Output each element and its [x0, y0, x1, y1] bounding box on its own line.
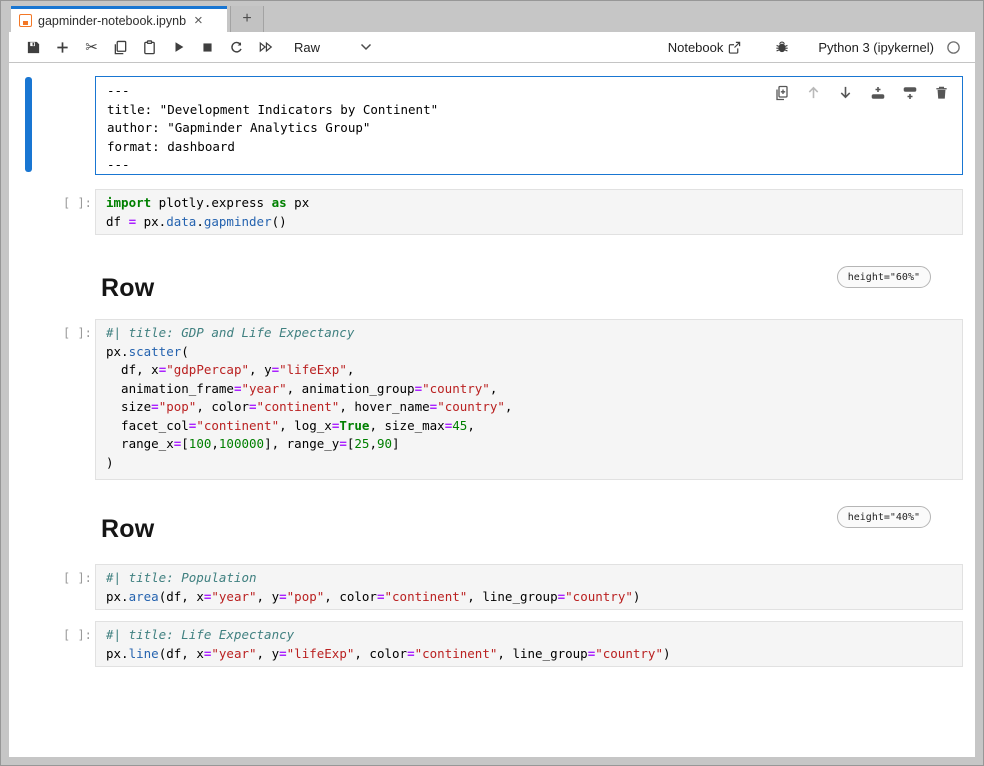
restart-kernel-button[interactable]	[222, 34, 251, 60]
plus-icon: +	[242, 10, 251, 28]
code-cell-area[interactable]: #| title: Populationpx.area(df, x="year"…	[95, 564, 963, 610]
code-cell-imports[interactable]: import plotly.express as pxdf = px.data.…	[95, 189, 963, 235]
debugger-button[interactable]	[767, 34, 796, 60]
cell-type-value: Raw	[294, 40, 320, 55]
cell-type-dropdown[interactable]: Raw	[290, 35, 376, 59]
tab-gapminder-notebook[interactable]: gapminder-notebook.ipynb ×	[11, 6, 227, 32]
scissors-icon: ✂	[85, 38, 98, 56]
tab-title: gapminder-notebook.ipynb	[38, 14, 186, 28]
clipboard-icon	[142, 40, 157, 55]
duplicate-cell-icon	[774, 85, 790, 101]
insert-below-icon	[902, 85, 918, 101]
arrow-up-icon	[806, 85, 821, 100]
arrow-down-icon	[838, 85, 853, 100]
cut-cells-button[interactable]: ✂	[77, 34, 106, 60]
raw-cell-yaml-frontmatter[interactable]: ---title: "Development Indicators by Con…	[95, 76, 963, 175]
plus-icon	[55, 40, 70, 55]
move-cell-down-button[interactable]	[837, 84, 854, 101]
external-link-icon	[728, 41, 741, 54]
code-cell-line[interactable]: #| title: Life Expectancypx.line(df, x="…	[95, 621, 963, 667]
row-heading-2: Row	[101, 515, 154, 544]
height-badge-60: height="60%"	[837, 266, 931, 288]
fast-forward-icon	[258, 40, 274, 54]
run-cell-button[interactable]	[164, 34, 193, 60]
delete-cell-button[interactable]	[933, 84, 950, 101]
chevron-down-icon	[360, 43, 372, 51]
row-heading-1: Row	[101, 274, 154, 303]
interrupt-kernel-button[interactable]	[193, 34, 222, 60]
notebook-toolbar: ✂ Raw Notebook	[9, 32, 975, 63]
height-badge-40: height="40%"	[837, 506, 931, 528]
copy-icon	[113, 40, 128, 55]
code-editor[interactable]: #| title: Life Expectancypx.line(df, x="…	[106, 626, 962, 663]
insert-cell-button[interactable]	[48, 34, 77, 60]
save-button[interactable]	[19, 34, 48, 60]
insert-cell-above-button[interactable]	[869, 84, 886, 101]
cell-toolbar	[773, 84, 950, 101]
stop-icon	[201, 41, 214, 54]
trash-icon	[934, 85, 949, 100]
new-tab-button[interactable]: +	[230, 6, 264, 32]
notebook-mode-button[interactable]: Notebook	[664, 40, 746, 55]
kernel-name-button[interactable]: Python 3 (ipykernel)	[818, 40, 934, 55]
paste-cells-button[interactable]	[135, 34, 164, 60]
tab-bar: gapminder-notebook.ipynb × +	[9, 6, 975, 32]
save-icon	[26, 40, 41, 55]
notebook-mode-label: Notebook	[668, 40, 724, 55]
notebook-file-icon	[19, 14, 32, 27]
tab-close-icon[interactable]: ×	[194, 13, 203, 28]
duplicate-cell-button[interactable]	[773, 84, 790, 101]
code-editor[interactable]: #| title: Populationpx.area(df, x="year"…	[106, 569, 962, 606]
insert-above-icon	[870, 85, 886, 101]
notebook-content: ---title: "Development Indicators by Con…	[9, 63, 975, 757]
copy-cells-button[interactable]	[106, 34, 135, 60]
active-cell-collapse-bar[interactable]	[25, 77, 32, 172]
move-cell-up-button[interactable]	[805, 84, 822, 101]
toolbar-right-group: Notebook Python 3 (ipykernel)	[664, 34, 965, 60]
run-all-cells-button[interactable]	[251, 34, 280, 60]
restart-icon	[229, 40, 244, 55]
code-editor[interactable]: import plotly.express as pxdf = px.data.…	[106, 194, 962, 231]
run-icon	[172, 40, 186, 54]
notebook-window: gapminder-notebook.ipynb × + ✂	[0, 0, 984, 766]
kernel-idle-circle-icon	[946, 40, 961, 55]
bug-icon	[775, 40, 789, 54]
code-editor[interactable]: #| title: GDP and Life Expectancypx.scat…	[106, 324, 962, 472]
insert-cell-below-button[interactable]	[901, 84, 918, 101]
code-cell-scatter[interactable]: #| title: GDP and Life Expectancypx.scat…	[95, 319, 963, 480]
kernel-status-indicator	[946, 40, 961, 55]
